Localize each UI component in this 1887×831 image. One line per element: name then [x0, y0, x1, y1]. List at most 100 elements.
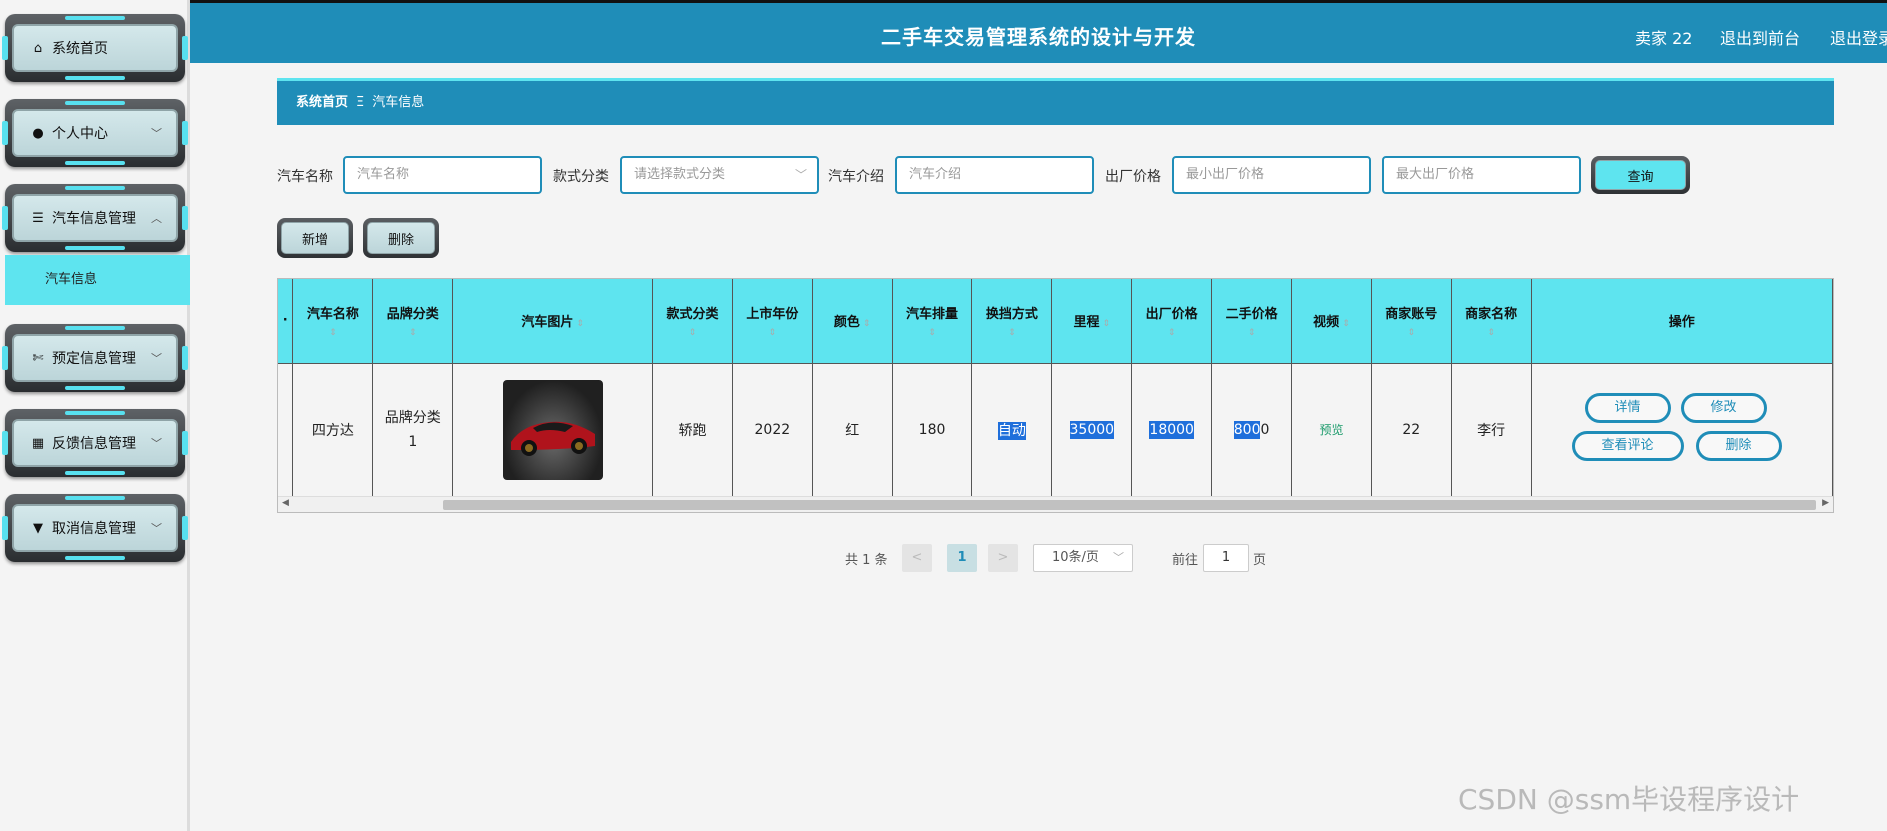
sidebar-item-label: 取消信息管理 [52, 521, 136, 537]
chevron-down-icon: ﹀ [151, 352, 162, 365]
chevron-up-icon: ︿ [151, 212, 162, 225]
column-header: 操作 [1531, 279, 1833, 364]
column-header[interactable]: 颜色 ⇕ [812, 279, 893, 364]
cell-style: 轿跑 [652, 363, 733, 496]
query-button[interactable]: 查询 [1591, 156, 1690, 194]
price-label: 出厂价格 [1105, 169, 1161, 185]
sort-icon: ⇕ [1008, 328, 1016, 339]
car-name-input[interactable]: 汽车名称 [343, 156, 542, 194]
cell-name: 四方达 [292, 363, 374, 496]
cell-transmission: 自动 [971, 363, 1053, 496]
column-header[interactable]: 出厂价格 ⇕ [1131, 279, 1213, 364]
breadcrumb-separator: Ξ [356, 95, 365, 110]
chevron-down-icon: ﹀ [151, 437, 162, 450]
cell-merchant-name: 李行 [1451, 363, 1532, 496]
column-header[interactable]: 品牌分类 ⇕ [372, 279, 454, 364]
style-select[interactable]: 请选择款式分类 ﹀ [620, 156, 819, 194]
goto-page-input[interactable]: 1 [1203, 544, 1249, 572]
style-label: 款式分类 [553, 169, 609, 185]
next-page-button[interactable]: > [988, 544, 1018, 572]
detail-button[interactable]: 详情 [1584, 392, 1671, 423]
sidebar-item-label: 汽车信息管理 [52, 211, 136, 227]
back-to-front-link[interactable]: 退出到前台 [1720, 25, 1800, 49]
page-unit-label: 页 [1253, 553, 1267, 568]
edit-button[interactable]: 修改 [1680, 392, 1767, 423]
column-header[interactable]: 汽车排量 ⇕ [892, 279, 973, 364]
sign-icon: ▼ [33, 520, 43, 536]
chevron-down-icon: ﹀ [151, 522, 162, 535]
breadcrumb-home[interactable]: 系统首页 [296, 95, 348, 110]
cell-factory-price: 18000 [1131, 363, 1213, 496]
view-reviews-button[interactable]: 查看评论 [1571, 430, 1684, 461]
column-header[interactable]: 换挡方式 ⇕ [971, 279, 1053, 364]
user-icon: ● [32, 125, 44, 141]
grid-icon: ▦ [31, 435, 45, 451]
column-header[interactable]: 商家名称 ⇕ [1451, 279, 1532, 364]
page-number-button[interactable]: 1 [947, 544, 977, 572]
column-header[interactable]: 二手价格 ⇕ [1211, 279, 1293, 364]
cell-displacement: 180 [892, 363, 973, 496]
video-preview-link[interactable]: 预览 [1319, 423, 1343, 437]
cell-used-price: 8000 [1211, 363, 1293, 496]
cell-video: 预览 [1291, 363, 1372, 496]
sort-icon: ⇕ [768, 328, 777, 339]
sort-icon: ⇕ [576, 319, 584, 330]
sort-icon: ⇕ [1342, 319, 1350, 330]
min-price-input[interactable]: 最小出厂价格 [1172, 156, 1371, 194]
sidebar-item-home[interactable]: ⌂ 系统首页 [2, 14, 188, 82]
car-image[interactable] [502, 379, 603, 480]
column-header[interactable]: 上市年份 ⇕ [732, 279, 813, 364]
sidebar-item-cancel[interactable]: ▼ 取消信息管理 ﹀ [2, 494, 188, 562]
column-header[interactable]: 款式分类 ⇕ [652, 279, 733, 364]
sidebar-item-profile[interactable]: ● 个人中心 ﹀ [2, 99, 188, 167]
page-size-select[interactable]: 10条/页 ﹀ [1033, 544, 1133, 572]
cell-brand: 品牌分类1 [372, 363, 454, 496]
max-price-input[interactable]: 最大出厂价格 [1382, 156, 1581, 194]
query-button-label: 查询 [1595, 160, 1686, 190]
checkbox-column-header[interactable]: · [278, 279, 294, 364]
car-intro-input[interactable]: 汽车介绍 [895, 156, 1094, 194]
sort-icon: ⇕ [329, 328, 337, 339]
sidebar-item-feedback[interactable]: ▦ 反馈信息管理 ﹀ [2, 409, 188, 477]
app-title: 二手车交易管理系统的设计与开发 [881, 25, 1196, 49]
cell-mileage: 35000 [1051, 363, 1133, 496]
style-select-placeholder: 请选择款式分类 [634, 167, 726, 182]
sidebar-item-car-management[interactable]: ☰ 汽车信息管理 ︿ [2, 184, 188, 252]
pagination-total: 共 1 条 [845, 553, 888, 568]
row-delete-button[interactable]: 删除 [1695, 430, 1782, 461]
scroll-right-icon[interactable]: ▶ [1822, 498, 1829, 508]
column-header[interactable]: 里程 ⇕ [1051, 279, 1133, 364]
row-checkbox-cell[interactable] [278, 363, 294, 496]
sort-icon: ⇕ [862, 319, 871, 330]
add-button[interactable]: 新增 [277, 218, 353, 258]
user-label: 卖家 22 [1635, 29, 1693, 48]
logout-link[interactable]: 退出登录 [1830, 25, 1887, 49]
sort-icon: ⇕ [409, 328, 417, 339]
breadcrumb-current: 汽车信息 [372, 95, 425, 110]
sort-icon: ⇕ [1247, 328, 1256, 339]
column-header[interactable]: 商家账号 ⇕ [1371, 279, 1452, 364]
page-size-value: 10条/页 [1052, 550, 1099, 565]
sidebar-item-label: 系统首页 [52, 41, 108, 57]
column-header[interactable]: 汽车名称 ⇕ [292, 279, 374, 364]
sort-icon: ⇕ [688, 328, 697, 339]
ticket-icon: ✄ [32, 350, 44, 366]
scroll-left-icon[interactable]: ◀ [282, 498, 289, 508]
column-header[interactable]: 汽车图片 ⇕ [452, 279, 654, 364]
sidebar: ⌂ 系统首页 ● 个人中心 ﹀ ☰ 汽车信息管理 ︿ 汽车信息 ✄ 预定信息管理… [0, 0, 190, 831]
chevron-down-icon: ﹀ [794, 168, 807, 182]
sidebar-item-booking[interactable]: ✄ 预定信息管理 ﹀ [2, 324, 188, 392]
prev-page-button[interactable]: < [902, 544, 932, 572]
column-header[interactable]: 视频 ⇕ [1291, 279, 1372, 364]
scrollbar-thumb[interactable] [443, 500, 1816, 510]
sidebar-item-label: 预定信息管理 [52, 351, 136, 367]
sort-icon: ⇕ [1407, 328, 1416, 339]
sidebar-subitem-car-info[interactable]: 汽车信息 [5, 255, 190, 305]
horizontal-scrollbar[interactable]: ◀ ▶ [278, 496, 1833, 512]
home-icon: ⌂ [33, 40, 43, 56]
delete-button[interactable]: 删除 [363, 218, 439, 258]
list-icon: ☰ [32, 210, 44, 226]
cell-image [452, 363, 654, 496]
chevron-down-icon: ﹀ [1113, 551, 1124, 564]
sort-icon: ⇕ [1487, 328, 1495, 339]
